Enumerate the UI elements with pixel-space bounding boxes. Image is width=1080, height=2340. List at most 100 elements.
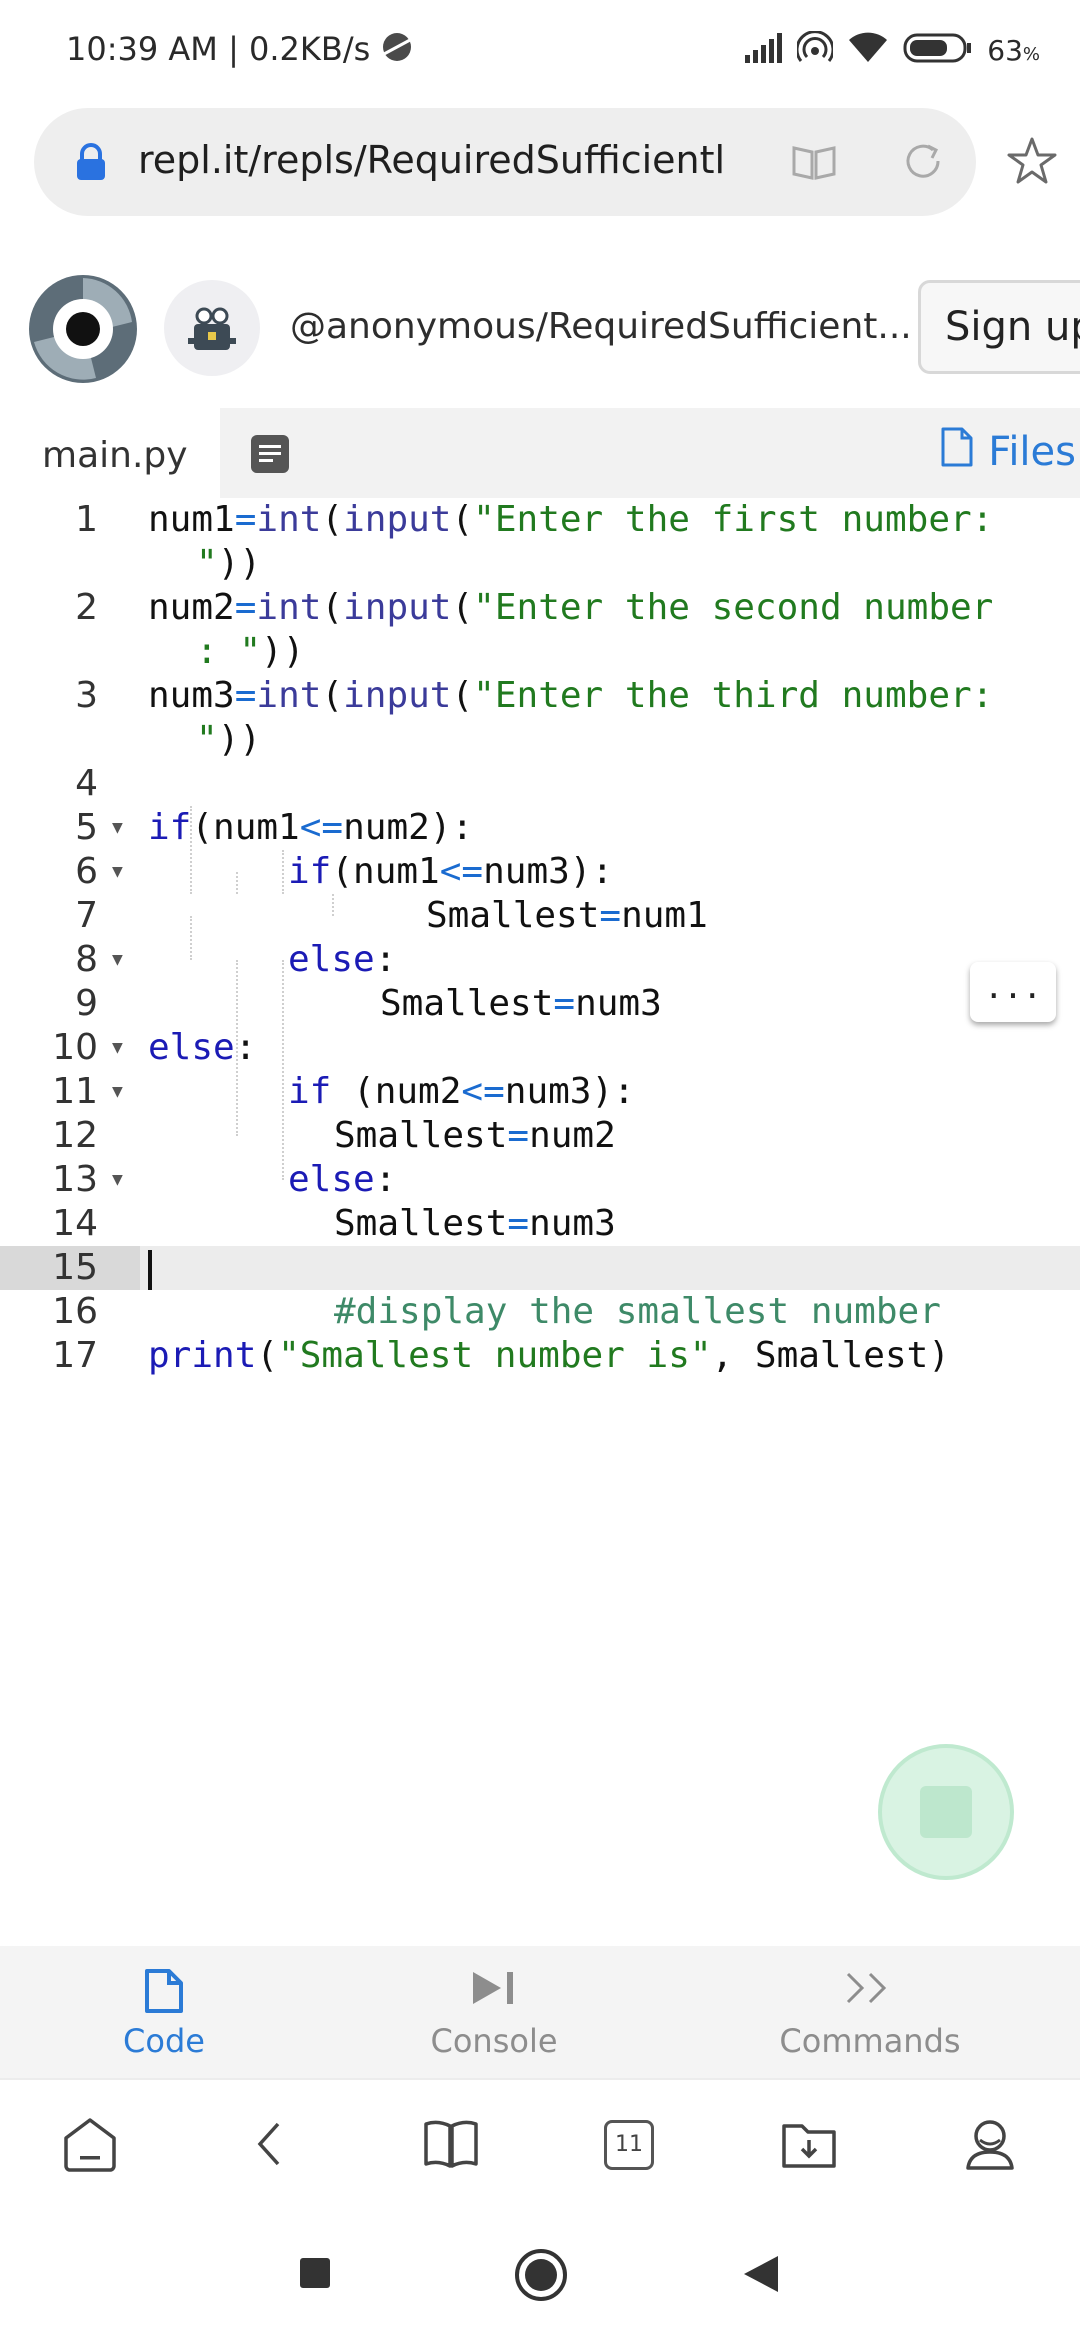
text-cursor	[148, 1250, 152, 1290]
code-line: 4	[0, 762, 1080, 806]
line-number: 15	[52, 1247, 98, 1288]
lock-icon	[74, 142, 108, 186]
url-text[interactable]: repl.it/repls/RequiredSufficientl	[138, 138, 768, 182]
code-text-wrap: "))	[196, 719, 262, 760]
fold-arrow-icon[interactable]: ▼	[112, 850, 123, 894]
replit-logo[interactable]	[26, 272, 140, 390]
code-line: 10 ▼ else:	[0, 1026, 1080, 1070]
tab-main-py[interactable]: main.py	[0, 408, 220, 498]
signup-button[interactable]: Sign up	[918, 280, 1080, 374]
nav-code-label: Code	[123, 2022, 205, 2060]
code-text: if(num1<=num3):	[288, 851, 614, 892]
nav-console[interactable]: Console	[394, 1946, 594, 2078]
code-text: else:	[288, 1159, 397, 1200]
fold-arrow-icon[interactable]: ▼	[112, 1070, 123, 1114]
stop-run-button[interactable]	[878, 1744, 1014, 1880]
code-line: 7 Smallest=num1	[0, 894, 1080, 938]
file-icon	[940, 426, 974, 478]
more-options-button[interactable]: ...	[970, 962, 1056, 1022]
line-number: 14	[52, 1203, 98, 1244]
planet-icon	[380, 30, 414, 72]
code-line: 16 #display the smallest number	[0, 1290, 1080, 1334]
line-number: 4	[75, 763, 98, 804]
tabs-icon[interactable]: 11	[604, 2120, 654, 2170]
avatar[interactable]	[164, 280, 260, 376]
status-bar: 10:39 AM | 0.2KB/s 63%	[0, 0, 1080, 100]
recents-icon[interactable]	[298, 2256, 332, 2294]
back-icon[interactable]	[250, 2116, 286, 2176]
code-text: else:	[288, 939, 397, 980]
line-number: 8	[75, 939, 98, 980]
code-text: Smallest=num1	[426, 895, 708, 936]
fold-arrow-icon[interactable]: ▼	[112, 806, 123, 850]
code-line: 12 Smallest=num2	[0, 1114, 1080, 1158]
document-icon[interactable]	[250, 434, 290, 478]
code-line: 11 ▼ if (num2<=num3):	[0, 1070, 1080, 1114]
hotspot-icon	[795, 30, 835, 69]
line-number: 1	[75, 499, 98, 540]
address-bar[interactable]: repl.it/repls/RequiredSufficientl	[34, 108, 976, 216]
code-line: 13 ▼ else:	[0, 1158, 1080, 1202]
files-button[interactable]: Files	[940, 426, 1080, 478]
line-number: 12	[52, 1115, 98, 1156]
code-line: 2 num2=int(input("Enter the second numbe…	[0, 586, 1080, 630]
line-number: 17	[52, 1335, 98, 1376]
home-circle-icon[interactable]	[514, 2248, 568, 2306]
code-line: 9 Smallest=num3	[0, 982, 1080, 1026]
code-text: Smallest=num2	[334, 1115, 616, 1156]
line-number: 13	[52, 1159, 98, 1200]
code-text: else:	[148, 1027, 257, 1068]
line-number: 2	[75, 587, 98, 628]
nav-console-label: Console	[430, 2022, 558, 2060]
play-icon	[469, 1968, 519, 2012]
wifi-icon	[847, 32, 889, 68]
code-line: 6 ▼ if(num1<=num3):	[0, 850, 1080, 894]
star-icon[interactable]	[1006, 136, 1058, 190]
code-editor[interactable]: 1 num1=int(input("Enter the first number…	[0, 498, 1080, 1398]
home-icon[interactable]	[62, 2116, 118, 2176]
code-text-wrap: : "))	[196, 631, 305, 672]
code-comment: #display the smallest number	[334, 1291, 941, 1332]
profile-icon[interactable]	[962, 2116, 1018, 2176]
battery-level: 63%	[987, 33, 1040, 67]
line-number: 10	[52, 1027, 98, 1068]
book-icon[interactable]	[422, 2116, 480, 2176]
reload-icon[interactable]	[900, 138, 946, 188]
code-line: 1 num1=int(input("Enter the first number…	[0, 498, 1080, 542]
code-text: print("Smallest number is", Smallest)	[148, 1335, 950, 1376]
active-code-line[interactable]: 15	[0, 1246, 1080, 1290]
code-text: Smallest=num3	[380, 983, 662, 1024]
line-number: 7	[75, 895, 98, 936]
chevrons-icon	[844, 1968, 896, 2012]
code-line: 17 print("Smallest number is", Smallest)	[0, 1334, 1080, 1378]
editor-tab-bar: main.py Files	[0, 408, 1080, 498]
status-time-text: 10:39 AM | 0.2KB/s	[66, 30, 371, 68]
code-text: num3=int(input("Enter the third number:	[148, 675, 994, 716]
code-text: num2=int(input("Enter the second number	[148, 587, 994, 628]
nav-commands[interactable]: Commands	[770, 1946, 970, 2078]
code-text: if (num2<=num3):	[288, 1071, 635, 1112]
downloads-icon[interactable]	[780, 2116, 838, 2176]
back-triangle-icon[interactable]	[742, 2254, 780, 2298]
code-text: num1=int(input("Enter the first number:	[148, 499, 994, 540]
fold-arrow-icon[interactable]: ▼	[112, 938, 123, 982]
repl-owner-name[interactable]: @anonymous/RequiredSufficient...	[290, 306, 912, 347]
file-icon	[143, 1968, 185, 2018]
battery-icon	[903, 32, 973, 68]
nav-commands-label: Commands	[779, 2022, 961, 2060]
reader-mode-icon[interactable]	[790, 142, 838, 186]
nav-code[interactable]: Code	[64, 1946, 264, 2078]
browser-toolbar: 11	[0, 2078, 1080, 2208]
code-text: Smallest=num3	[334, 1203, 616, 1244]
line-number: 9	[75, 983, 98, 1024]
fold-arrow-icon[interactable]: ▼	[112, 1158, 123, 1202]
signal-icon	[743, 33, 783, 67]
stop-icon	[920, 1786, 972, 1838]
code-text: if(num1<=num2):	[148, 807, 474, 848]
line-number: 11	[52, 1071, 98, 1112]
fold-arrow-icon[interactable]: ▼	[112, 1026, 123, 1070]
system-navigation-bar	[0, 2210, 1080, 2340]
code-line: 3 num3=int(input("Enter the third number…	[0, 674, 1080, 718]
code-line: 8 ▼ else:	[0, 938, 1080, 982]
line-number: 16	[52, 1291, 98, 1332]
